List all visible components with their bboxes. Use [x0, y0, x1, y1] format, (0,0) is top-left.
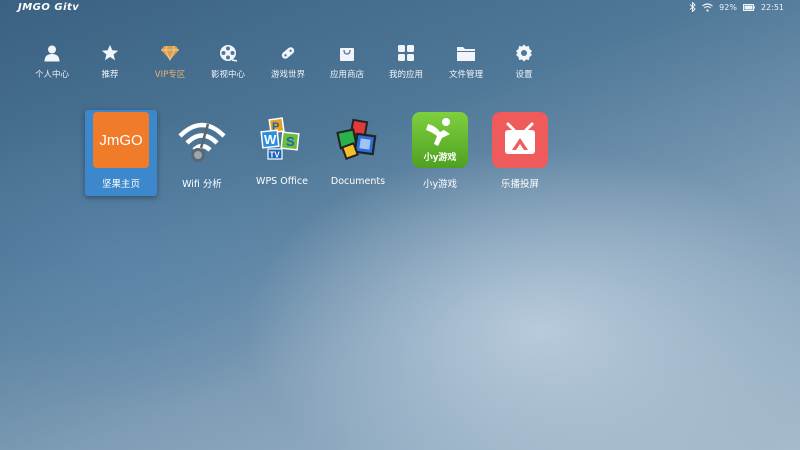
nav-label: 影视中心 [210, 70, 245, 80]
nav-label: 应用商店 [329, 70, 364, 80]
battery-percent: 92% [719, 2, 737, 12]
bluetooth-icon [689, 2, 696, 12]
nav-item-recommend[interactable]: 推荐 [80, 42, 140, 80]
wps-office-app-icon: P W S TV [254, 112, 310, 168]
svg-text:W: W [264, 132, 277, 147]
status-indicators: 92% 22:51 [689, 2, 784, 12]
tile-text: JmGO [99, 131, 143, 149]
lebo-cast-app-icon [492, 112, 548, 168]
grid-icon [395, 42, 417, 64]
nav-item-file-manager[interactable]: 文件管理 [436, 42, 496, 80]
nav-item-vip-zone[interactable]: VIP专区 [140, 42, 200, 80]
jmgo-app-icon: JmGO [93, 112, 149, 168]
wifi-analyzer-app-icon [174, 112, 230, 168]
brand-main: JMGO [18, 2, 51, 13]
app-label: Documents [330, 176, 386, 187]
nav-item-settings[interactable]: 设置 [494, 42, 554, 80]
nav-label: 个人中心 [34, 70, 69, 80]
app-label: 坚果主页 [101, 179, 140, 190]
nav-item-app-store[interactable]: 应用商店 [317, 42, 377, 80]
nav-label: 我的应用 [388, 70, 423, 80]
brand-sub: Gitv [54, 2, 80, 13]
nav-label: 设置 [515, 70, 533, 80]
diamond-icon [159, 42, 181, 64]
app-label: WPS Office [256, 176, 308, 187]
film-reel-icon [217, 42, 239, 64]
svg-text:S: S [286, 134, 295, 149]
nav-label: VIP专区 [154, 70, 186, 80]
folder-icon [455, 42, 477, 64]
gear-icon [513, 42, 535, 64]
shopping-bag-icon [336, 42, 358, 64]
app-jmgo-home[interactable]: JmGO 坚果主页 [85, 110, 157, 196]
app-lebo-cast[interactable]: 乐播投屏 [484, 110, 556, 196]
nav-item-film-center[interactable]: 影视中心 [198, 42, 258, 80]
clock-time: 22:51 [760, 2, 784, 12]
person-icon [41, 42, 63, 64]
star-icon [99, 42, 121, 64]
nav-item-my-apps[interactable]: 我的应用 [376, 42, 436, 80]
nav-label: 文件管理 [448, 70, 483, 80]
small-y-games-app-icon: 小y游戏 [412, 112, 468, 168]
documents-app-icon [330, 112, 386, 168]
app-small-y-games[interactable]: 小y游戏 小y游戏 [404, 110, 476, 196]
gamepad-icon [277, 42, 299, 64]
app-documents[interactable]: Documents [322, 110, 394, 196]
app-label: 小y游戏 [422, 179, 458, 190]
nav-label: 游戏世界 [270, 70, 305, 80]
app-label: 乐播投屏 [500, 179, 539, 190]
app-wifi-analyzer[interactable]: Wifi 分析 [166, 110, 238, 196]
app-wps-office[interactable]: P W S TV WPS Office [246, 110, 318, 196]
battery-icon [742, 3, 755, 11]
tile-text: 小y游戏 [423, 153, 457, 163]
nav-item-personal-center[interactable]: 个人中心 [22, 42, 82, 80]
nav-label: 推荐 [101, 70, 119, 80]
wifi-icon [702, 2, 713, 12]
nav-item-game-world[interactable]: 游戏世界 [258, 42, 318, 80]
svg-text:TV: TV [270, 151, 281, 160]
app-label: Wifi 分析 [182, 179, 222, 190]
brand-logo: JMGO Gitv [18, 2, 79, 13]
status-bar: JMGO Gitv 92% 22:51 [0, 0, 800, 16]
